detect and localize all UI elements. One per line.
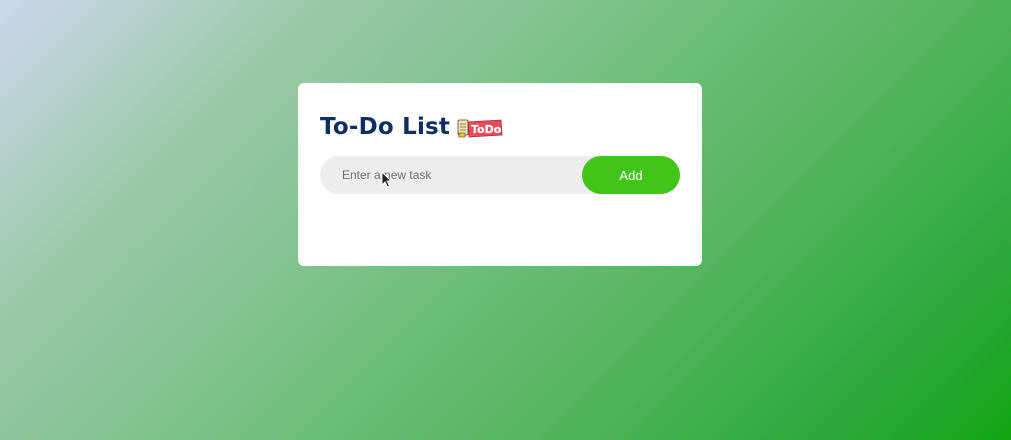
- todo-sticker-icon: ToDo: [457, 117, 503, 139]
- add-task-row: Add: [320, 156, 680, 194]
- task-input[interactable]: [320, 156, 610, 194]
- svg-text:ToDo: ToDo: [471, 123, 502, 136]
- page-title: To-Do List ToDo: [320, 114, 503, 140]
- todo-card: To-Do List ToDo Add: [298, 83, 702, 266]
- add-button[interactable]: Add: [582, 156, 680, 194]
- page-title-text: To-Do List: [320, 114, 451, 140]
